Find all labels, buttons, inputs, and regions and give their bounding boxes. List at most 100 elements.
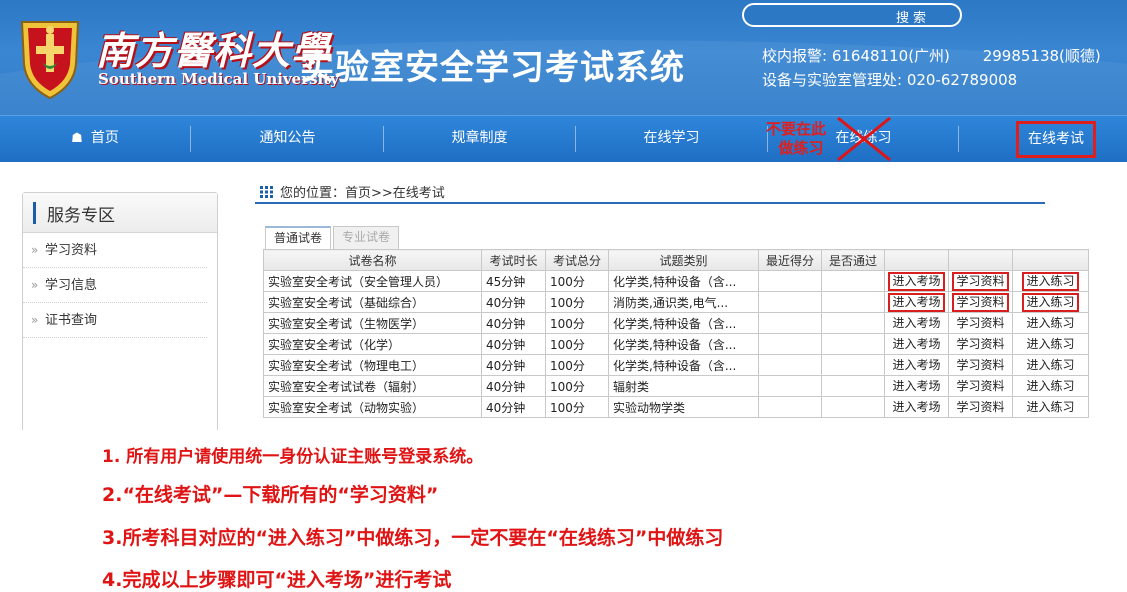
table-row: 实验室安全考试（基础综合） 40分钟 100分 消防类,通识类,电气... 进入考场 学习… [263,291,1089,313]
practice-warning-line2: 做练习 [778,139,824,157]
action-cell: 学习资料 [948,375,1013,397]
action-cell: 进入考场 [884,270,949,292]
total-score-cell: 100分 [545,312,609,334]
duration-cell: 40分钟 [481,354,546,376]
category-cell: 化学类,特种设备（含... [608,312,759,334]
paper-name-cell: 实验室安全考试（物理电工） [263,354,482,376]
duration-cell: 40分钟 [481,291,546,313]
instruction-1: 1. 所有用户请使用统一身份认证主账号登录系统。 [102,447,484,467]
nav-item-online-study[interactable]: 在线学习 [614,116,729,163]
nav-item-regulations[interactable]: 规章制度 [422,116,537,163]
action-cell: 学习资料 [948,312,1013,334]
table-row: 实验室安全考试（动物实验） 40分钟 100分 实验动物学类 进入考场 学习资料 进入练习 [263,396,1089,418]
enter-exam-link[interactable]: 进入考场 [888,271,945,291]
sidebar-item-label: 学习资料 [45,243,98,258]
nav-divider [383,126,384,152]
passed-cell [821,333,885,355]
column-header-paper-name: 试卷名称 [263,249,482,271]
enter-practice-link[interactable]: 进入练习 [1024,316,1076,331]
enter-exam-link[interactable]: 进入考场 [888,292,945,312]
enter-practice-link[interactable]: 进入练习 [1024,337,1076,352]
category-cell: 辐射类 [608,375,759,397]
alarm-line: 校内报警: 61648110(广州) 29985138(顺德) [762,44,1101,68]
enter-practice-link[interactable]: 进入练习 [1024,379,1076,394]
main-nav: ☗首页 通知公告 规章制度 在线学习 在线练习 在线考试 不要在此 做练习 [0,115,1127,162]
study-materials-link[interactable]: 学习资料 [954,400,1006,415]
enter-practice-link[interactable]: 进入练习 [1022,271,1079,291]
enter-exam-link[interactable]: 进入考场 [890,379,942,394]
tab-regular-papers[interactable]: 普通试卷 [265,226,332,249]
university-emblem-icon [20,21,80,100]
sidebar-item-certificate-query[interactable]: » 证书查询 [23,303,207,338]
enter-exam-link[interactable]: 进入考场 [890,358,942,373]
sidebar-header: 服务专区 [23,193,217,233]
action-cell: 学习资料 [948,354,1013,376]
alarm-number-guangzhou: 61648110(广州) [831,47,950,65]
enter-exam-link[interactable]: 进入考场 [890,400,942,415]
instruction-2: 2.“在线考试”—下载所有的“学习资料” [102,484,439,506]
instruction-4: 4.完成以上步骤即可“进入考场”进行考试 [102,569,452,591]
breadcrumb-text: 您的位置：首页>>在线考试 [280,186,445,201]
total-score-cell: 100分 [545,375,609,397]
tab-professional-papers[interactable]: 专业试卷 [333,226,400,249]
action-cell: 进入考场 [884,375,949,397]
study-materials-link[interactable]: 学习资料 [952,292,1009,312]
enter-exam-link[interactable]: 进入考场 [890,316,942,331]
paper-name-cell: 实验室安全考试试卷（辐射） [263,375,482,397]
university-chinese-name: 南方醫科大學 [96,28,331,73]
instructions-panel: 1. 所有用户请使用统一身份认证主账号登录系统。 2.“在线考试”—下载所有的“… [0,430,1127,592]
double-chevron-right-icon: » [31,243,39,257]
nav-item-online-exam[interactable]: 在线考试 [1016,121,1096,158]
passed-cell [821,291,885,313]
column-header-duration: 考试时长 [481,249,546,271]
instruction-3: 3.所考科目对应的“进入练习”中做练习，一定不要在“在线练习”中做练习 [102,527,724,549]
study-materials-link[interactable]: 学习资料 [952,271,1009,291]
sidebar-item-study-info[interactable]: » 学习信息 [23,268,207,303]
action-cell: 进入考场 [884,291,949,313]
total-score-cell: 100分 [545,333,609,355]
enter-exam-link[interactable]: 进入考场 [890,337,942,352]
action-cell: 进入考场 [884,354,949,376]
study-materials-link[interactable]: 学习资料 [954,358,1006,373]
nav-divider [190,126,191,152]
sidebar-title: 服务专区 [47,206,115,226]
total-score-cell: 100分 [545,291,609,313]
passed-cell [821,270,885,292]
nav-divider [958,126,959,152]
table-row: 实验室安全考试试卷（辐射） 40分钟 100分 辐射类 进入考场 学习资料 进入练习 [263,375,1089,397]
column-header-action-1 [884,249,949,271]
double-chevron-right-icon: » [31,278,39,292]
search-button[interactable]: 搜索 [896,7,930,26]
enter-practice-link[interactable]: 进入练习 [1024,400,1076,415]
action-cell: 进入练习 [1012,291,1089,313]
action-cell: 进入练习 [1012,354,1089,376]
paper-name-cell: 实验室安全考试（安全管理人员） [263,270,482,292]
breadcrumb: 您的位置：首页>>在线考试 [260,182,445,201]
action-cell: 进入考场 [884,312,949,334]
table-row: 实验室安全考试（化学） 40分钟 100分 化学类,特种设备（含... 进入考场 学习资料… [263,333,1089,355]
study-materials-link[interactable]: 学习资料 [954,337,1006,352]
nav-item-notices[interactable]: 通知公告 [230,116,345,163]
category-cell: 化学类,特种设备（含... [608,333,759,355]
category-cell: 化学类,特种设备（含... [608,270,759,292]
nav-item-home[interactable]: ☗ 首页 [40,116,150,163]
paper-name-cell: 实验室安全考试（生物医学） [263,312,482,334]
study-materials-link[interactable]: 学习资料 [954,316,1006,331]
passed-cell [821,354,885,376]
column-header-category: 试题类别 [608,249,759,271]
sidebar-item-label: 证书查询 [45,313,98,328]
sidebar-item-study-materials[interactable]: » 学习资料 [23,233,207,268]
search-box[interactable]: 搜索 [742,3,962,27]
recent-score-cell [758,312,822,334]
duration-cell: 40分钟 [481,396,546,418]
table-row: 实验室安全考试（安全管理人员） 45分钟 100分 化学类,特种设备（含... 进入考场… [263,270,1089,292]
sidebar-accent-bar [33,202,36,224]
study-materials-link[interactable]: 学习资料 [954,379,1006,394]
exam-table: 试卷名称 考试时长 考试总分 试题类别 最近得分 是否通过 实验室安全考试（安全… [263,249,1089,418]
passed-cell [821,312,885,334]
column-header-passed: 是否通过 [821,249,885,271]
enter-practice-link[interactable]: 进入练习 [1022,292,1079,312]
enter-practice-link[interactable]: 进入练习 [1024,358,1076,373]
recent-score-cell [758,270,822,292]
action-cell: 学习资料 [948,270,1013,292]
